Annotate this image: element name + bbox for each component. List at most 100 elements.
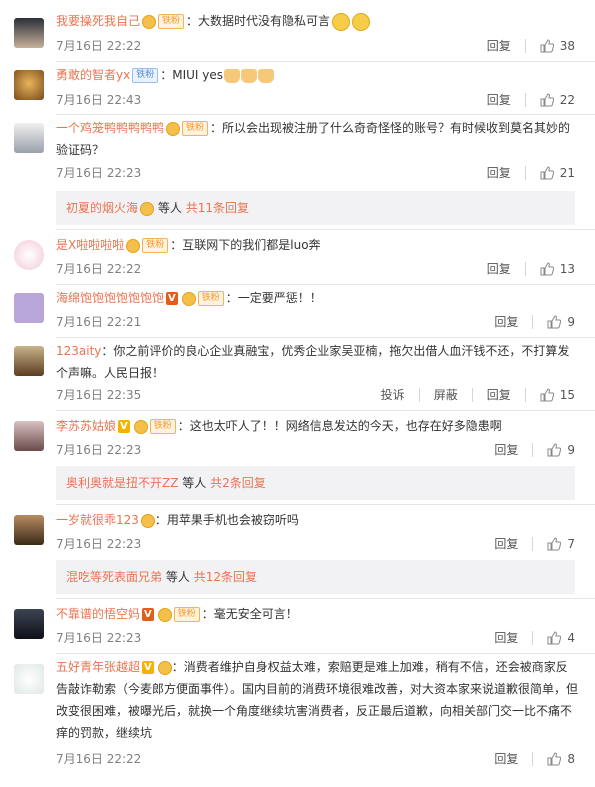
fan-badge[interactable]: 铁粉 bbox=[197, 291, 224, 306]
reply-button[interactable]: 回复 bbox=[494, 313, 518, 330]
fan-badge[interactable]: 铁粉 bbox=[149, 419, 176, 434]
reply-button[interactable]: 回复 bbox=[494, 441, 518, 458]
thread-count[interactable]: 共2条回复 bbox=[210, 476, 266, 490]
reply-button[interactable]: 回复 bbox=[487, 37, 511, 54]
username[interactable]: 一岁就很乖123 bbox=[56, 513, 139, 527]
comment-text: ：毫无安全可言！ bbox=[201, 607, 298, 621]
like-button[interactable]: 21 bbox=[540, 166, 575, 180]
reply-button[interactable]: 回复 bbox=[494, 629, 518, 646]
verified-badge: V bbox=[142, 608, 154, 621]
comment-item: 五好青年张越超 V ：消费者维护自身权益太难，索赔更是难上加难，稍有不信，还会被商家… bbox=[0, 654, 595, 787]
username[interactable]: 五好青年张越超 bbox=[56, 660, 140, 674]
username[interactable]: 123aity bbox=[56, 344, 101, 358]
divider bbox=[524, 92, 526, 107]
username[interactable]: 我要操死我自己 bbox=[56, 14, 140, 28]
like-button[interactable]: 13 bbox=[540, 262, 575, 276]
like-count: 15 bbox=[559, 387, 575, 402]
thread-mid: 等人 bbox=[165, 570, 190, 584]
avatar[interactable] bbox=[14, 664, 44, 694]
like-button[interactable]: 4 bbox=[547, 631, 575, 645]
reply-thread[interactable]: 奥利奥就是扭不开ZZ 等人 共2条回复 bbox=[56, 466, 575, 500]
like-button[interactable]: 8 bbox=[547, 752, 575, 766]
like-count: 22 bbox=[559, 92, 575, 107]
comment-text: ：MIUI yes bbox=[160, 68, 224, 82]
timestamp: 7月16日 22:23 bbox=[56, 537, 142, 551]
divider bbox=[532, 314, 534, 329]
avatar[interactable] bbox=[14, 515, 44, 545]
avatar[interactable] bbox=[14, 346, 44, 376]
thumbs-up-icon bbox=[540, 387, 554, 401]
avatar[interactable] bbox=[14, 293, 44, 323]
reply-thread[interactable]: 混吃等死表面兄弟 等人 共12条回复 bbox=[56, 560, 575, 594]
thumbs-up-emoji-icon bbox=[224, 68, 241, 83]
avatar[interactable] bbox=[14, 70, 44, 100]
thumbs-up-icon bbox=[547, 536, 562, 550]
username[interactable]: 一个鸡笼鸭鸭鸭鸭鸭 bbox=[56, 121, 164, 135]
like-button[interactable]: 38 bbox=[540, 39, 575, 53]
reply-button[interactable]: 回复 bbox=[487, 260, 511, 277]
fan-badge[interactable]: 铁粉 bbox=[173, 607, 200, 622]
username[interactable]: 不靠谱的悟空妈 bbox=[56, 607, 140, 621]
timestamp: 7月16日 22:21 bbox=[56, 315, 142, 329]
divider bbox=[418, 387, 420, 402]
comment-text: ：一定要严惩！！ bbox=[225, 291, 322, 305]
reply-button[interactable]: 回复 bbox=[494, 750, 518, 767]
comment-item: 一岁就很乖123 ：用苹果手机也会被窃听吗 7月16日 22:23 回复 7 bbox=[0, 505, 595, 559]
fan-badge[interactable]: 铁粉 bbox=[132, 68, 159, 83]
avatar[interactable] bbox=[14, 123, 44, 153]
report-button[interactable]: 投诉 bbox=[381, 386, 405, 403]
thumbs-up-icon bbox=[547, 314, 562, 328]
fan-badge[interactable]: 铁粉 bbox=[182, 121, 209, 136]
username[interactable]: 勇敢的智者yx bbox=[56, 68, 130, 82]
comment-item: 勇敢的智者yx 铁粉 ：MIUI yes 7月16日 22:43 回复 22 bbox=[0, 62, 595, 114]
divider bbox=[524, 165, 526, 180]
username[interactable]: 李苏苏姑娘 bbox=[56, 419, 116, 433]
thread-user[interactable]: 初夏的烟火海 bbox=[66, 201, 138, 215]
fan-badge[interactable]: 铁粉 bbox=[142, 238, 169, 253]
username[interactable]: 海绵饱饱饱饱饱饱饱 bbox=[56, 291, 164, 305]
like-button[interactable]: 22 bbox=[540, 93, 575, 107]
fan-ring-icon bbox=[133, 419, 148, 434]
timestamp: 7月16日 22:35 bbox=[56, 388, 142, 402]
emoji-icon bbox=[352, 12, 371, 31]
avatar[interactable] bbox=[14, 609, 44, 639]
thumbs-up-icon bbox=[540, 38, 554, 52]
comment-text: ：用苹果手机也会被窃听吗 bbox=[154, 513, 299, 527]
comment-text: ：大数据时代没有隐私可言 bbox=[186, 14, 331, 28]
like-count: 13 bbox=[559, 261, 575, 276]
divider bbox=[524, 261, 526, 276]
like-count: 8 bbox=[567, 751, 575, 766]
reply-button[interactable]: 回复 bbox=[487, 91, 511, 108]
fan-badge[interactable]: 铁粉 bbox=[158, 14, 185, 29]
thread-count[interactable]: 共11条回复 bbox=[186, 201, 249, 215]
comment-item: 海绵饱饱饱饱饱饱饱 V 铁粉 ：一定要严惩！！ 7月16日 22:21 回复 9 bbox=[0, 285, 595, 337]
reply-thread[interactable]: 初夏的烟火海 等人 共11条回复 bbox=[56, 191, 575, 225]
fan-ring-icon bbox=[166, 121, 181, 136]
divider bbox=[471, 387, 473, 402]
like-button[interactable]: 9 bbox=[547, 315, 575, 329]
verified-badge: V bbox=[166, 292, 178, 305]
thread-count[interactable]: 共12条回复 bbox=[194, 570, 257, 584]
like-count: 9 bbox=[567, 314, 575, 329]
avatar[interactable] bbox=[14, 421, 44, 451]
like-button[interactable]: 7 bbox=[547, 537, 575, 551]
verified-badge: V bbox=[142, 661, 154, 674]
divider bbox=[532, 630, 534, 645]
comment-item: 123aity：你之前评价的良心企业真融宝，优秀企业家吴亚楠，拖欠出借人血汗钱不… bbox=[0, 338, 595, 410]
block-button[interactable]: 屏蔽 bbox=[434, 386, 458, 403]
reply-button[interactable]: 回复 bbox=[487, 386, 511, 403]
avatar[interactable] bbox=[14, 18, 44, 48]
thread-user[interactable]: 奥利奥就是扭不开ZZ bbox=[66, 476, 178, 490]
reply-button[interactable]: 回复 bbox=[494, 535, 518, 552]
divider bbox=[524, 38, 526, 53]
fan-ring-icon bbox=[126, 238, 141, 253]
thread-user[interactable]: 混吃等死表面兄弟 bbox=[66, 570, 162, 584]
fan-ring-icon bbox=[157, 660, 172, 675]
username[interactable]: 是X啦啦啦啦 bbox=[56, 238, 124, 252]
like-button[interactable]: 9 bbox=[547, 443, 575, 457]
reply-button[interactable]: 回复 bbox=[487, 164, 511, 181]
avatar[interactable] bbox=[14, 240, 44, 270]
like-count: 4 bbox=[567, 630, 575, 645]
thumbs-up-icon bbox=[540, 165, 554, 179]
like-button[interactable]: 15 bbox=[540, 388, 575, 402]
